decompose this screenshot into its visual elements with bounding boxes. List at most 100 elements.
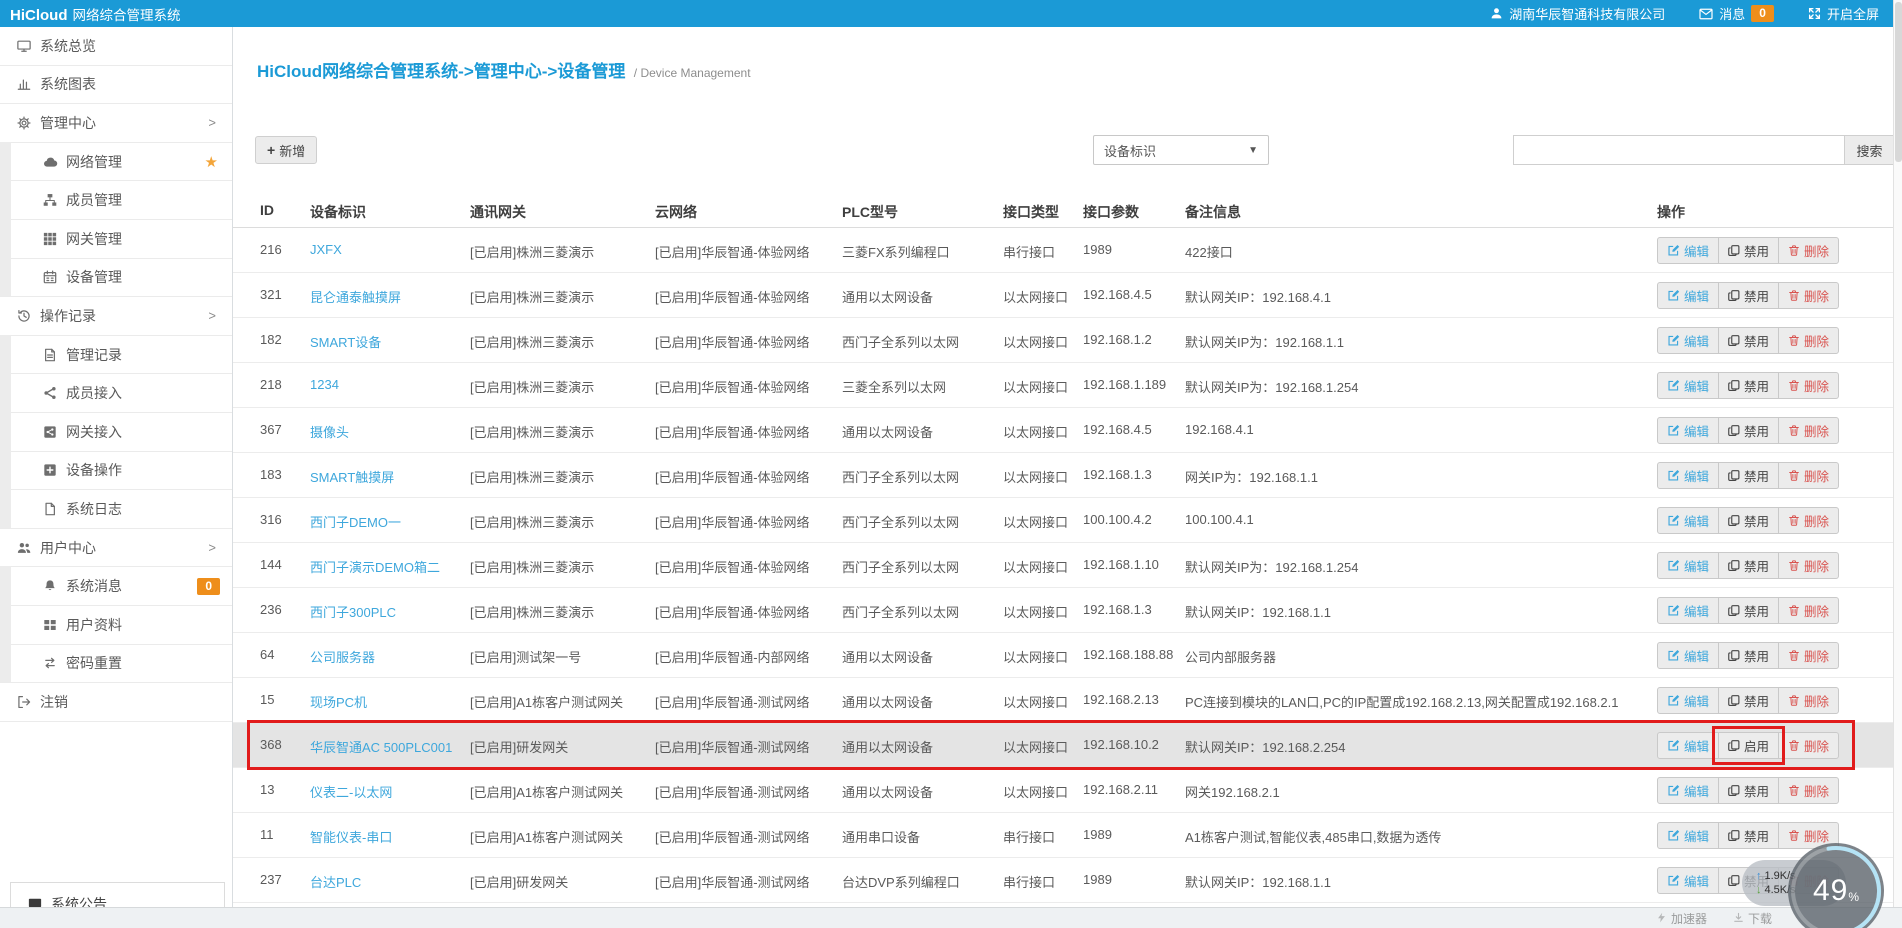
sidebar-item-system-logs[interactable]: 系统日志 — [0, 489, 232, 529]
cell-name[interactable]: 现场PC机 — [310, 692, 367, 711]
edit-button[interactable]: 编辑 — [1657, 597, 1720, 624]
delete-button[interactable]: 删除 — [1778, 507, 1840, 534]
edit-button[interactable]: 编辑 — [1657, 282, 1720, 309]
edit-button[interactable]: 编辑 — [1657, 237, 1720, 264]
memory-speed-ball[interactable]: 49 % — [1788, 843, 1884, 928]
cell-name[interactable]: 昆仑通泰触摸屏 — [310, 287, 401, 306]
sidebar-item-admin-records[interactable]: 管理记录 — [0, 334, 232, 375]
delete-button[interactable]: 删除 — [1778, 462, 1840, 489]
fullscreen-button[interactable]: 开启全屏 — [1808, 4, 1879, 23]
sidebar-item-operation-records[interactable]: 操作记录 > — [0, 297, 232, 336]
disable-button[interactable]: 禁用 — [1718, 822, 1780, 849]
edit-button[interactable]: 编辑 — [1657, 507, 1720, 534]
sidebar-item-network-mgmt[interactable]: 网络管理 ★ — [0, 141, 232, 182]
cell-param: 1989 — [1083, 242, 1112, 257]
sidebar-item-system-overview[interactable]: 系统总览 — [0, 27, 232, 66]
cell-name[interactable]: 公司服务器 — [310, 647, 375, 666]
sidebar-item-device-mgmt[interactable]: 设备管理 — [0, 257, 232, 298]
delete-button[interactable]: 删除 — [1778, 687, 1840, 714]
delete-button[interactable]: 删除 — [1778, 732, 1840, 759]
edit-button[interactable]: 编辑 — [1657, 822, 1720, 849]
cell-note: 网关IP为：192.168.1.1 — [1185, 470, 1318, 485]
trash-icon — [1788, 514, 1800, 527]
cell-name[interactable]: SMART设备 — [310, 332, 381, 351]
grid-icon — [40, 232, 60, 246]
sidebar-item-member-access[interactable]: 成员接入 — [0, 373, 232, 413]
edit-button[interactable]: 编辑 — [1657, 867, 1720, 894]
enable-button[interactable]: 启用 — [1712, 726, 1786, 765]
cell-param: 192.168.4.5 — [1083, 287, 1152, 302]
sidebar-item-logout[interactable]: 注销 — [0, 683, 232, 722]
edit-button[interactable]: 编辑 — [1657, 687, 1720, 714]
add-device-button[interactable]: + 新增 — [255, 136, 318, 164]
disable-button[interactable]: 禁用 — [1718, 237, 1780, 264]
sidebar-item-user-profile[interactable]: 用户资料 — [0, 604, 232, 645]
sidebar-item-password-reset[interactable]: 密码重置 — [0, 643, 232, 684]
edit-button[interactable]: 编辑 — [1657, 417, 1720, 444]
disable-button[interactable]: 禁用 — [1718, 507, 1780, 534]
sidebar-item-gateway-access[interactable]: 网关接入 — [0, 411, 232, 452]
delete-button[interactable]: 删除 — [1778, 777, 1840, 804]
vertical-scrollbar[interactable] — [1893, 0, 1902, 928]
search-button[interactable]: 搜索 — [1845, 135, 1895, 165]
disable-button[interactable]: 禁用 — [1718, 687, 1780, 714]
sidebar-item-member-mgmt[interactable]: 成员管理 — [0, 180, 232, 220]
sidebar-item-system-messages[interactable]: 系统消息 0 — [0, 566, 232, 606]
disable-button[interactable]: 禁用 — [1718, 417, 1780, 444]
column-header-plc: PLC型号 — [842, 204, 898, 220]
trash-icon — [1788, 784, 1800, 797]
disable-button[interactable]: 禁用 — [1718, 597, 1780, 624]
delete-button[interactable]: 删除 — [1778, 642, 1840, 669]
company-menu[interactable]: 湖南华辰智通科技有限公司 — [1490, 4, 1665, 23]
cell-name[interactable]: 摄像头 — [310, 422, 349, 441]
disable-button[interactable]: 禁用 — [1718, 552, 1780, 579]
cell-name[interactable]: 西门子演示DEMO箱二 — [310, 557, 440, 576]
delete-button[interactable]: 删除 — [1778, 552, 1840, 579]
row-actions: 编辑 启用 删除 — [1657, 726, 1840, 765]
cell-name[interactable]: 西门子300PLC — [310, 602, 396, 621]
cell-cloud: [已启用]华辰智通-体验网络 — [655, 515, 810, 530]
disable-button[interactable]: 禁用 — [1718, 642, 1780, 669]
delete-button[interactable]: 删除 — [1778, 282, 1840, 309]
cell-note: 网关192.168.2.1 — [1185, 785, 1280, 800]
delete-button[interactable]: 删除 — [1778, 597, 1840, 624]
delete-button[interactable]: 删除 — [1778, 417, 1840, 444]
delete-button[interactable]: 删除 — [1778, 372, 1840, 399]
sidebar-item-device-operations[interactable]: 设备操作 — [0, 450, 232, 491]
disable-button[interactable]: 禁用 — [1718, 462, 1780, 489]
edit-button[interactable]: 编辑 — [1657, 732, 1720, 759]
cell-name[interactable]: 台达PLC — [310, 872, 361, 891]
cell-name[interactable]: SMART触摸屏 — [310, 467, 394, 486]
cell-name[interactable]: 智能仪表-串口 — [310, 827, 392, 846]
edit-button[interactable]: 编辑 — [1657, 552, 1720, 579]
edit-button[interactable]: 编辑 — [1657, 777, 1720, 804]
disable-button[interactable]: 禁用 — [1718, 372, 1780, 399]
filter-field-select[interactable]: 设备标识 ▼ — [1093, 135, 1269, 165]
bottombar-item-accelerator[interactable]: 加速器 — [1656, 910, 1707, 927]
messages-menu[interactable]: 消息 0 — [1699, 4, 1774, 23]
cell-name[interactable]: 仪表二-以太网 — [310, 782, 392, 801]
disable-button[interactable]: 禁用 — [1718, 327, 1780, 354]
edit-button[interactable]: 编辑 — [1657, 642, 1720, 669]
sidebar-item-system-charts[interactable]: 系统图表 — [0, 65, 232, 105]
disable-button[interactable]: 禁用 — [1718, 777, 1780, 804]
disable-button[interactable]: 禁用 — [1718, 282, 1780, 309]
delete-button[interactable]: 删除 — [1778, 327, 1840, 354]
edit-button[interactable]: 编辑 — [1657, 327, 1720, 354]
sidebar-item-admin-center[interactable]: 管理中心 > — [0, 104, 232, 143]
sidebar-item-gateway-mgmt[interactable]: 网关管理 — [0, 218, 232, 259]
edit-button[interactable]: 编辑 — [1657, 372, 1720, 399]
bottombar-item-label: 加速器 — [1670, 912, 1707, 926]
edit-button[interactable]: 编辑 — [1657, 462, 1720, 489]
sidebar-item-user-center[interactable]: 用户中心 > — [0, 528, 232, 568]
cell-name[interactable]: JXFX — [310, 242, 342, 257]
bottombar-item-download[interactable]: 下载 — [1733, 910, 1772, 927]
search-input[interactable] — [1513, 135, 1845, 165]
topbar: HiCloud 网络综合管理系统 湖南华辰智通科技有限公司 消息 0 开启全屏 — [0, 0, 1893, 27]
toggle-icon — [1728, 739, 1740, 752]
cell-name[interactable]: 1234 — [310, 377, 339, 392]
cell-name[interactable]: 西门子DEMO一 — [310, 512, 401, 531]
cell-name[interactable]: 华辰智通AC 500PLC001 — [310, 737, 452, 756]
delete-button[interactable]: 删除 — [1778, 237, 1840, 264]
scrollbar-thumb[interactable] — [1895, 2, 1902, 162]
